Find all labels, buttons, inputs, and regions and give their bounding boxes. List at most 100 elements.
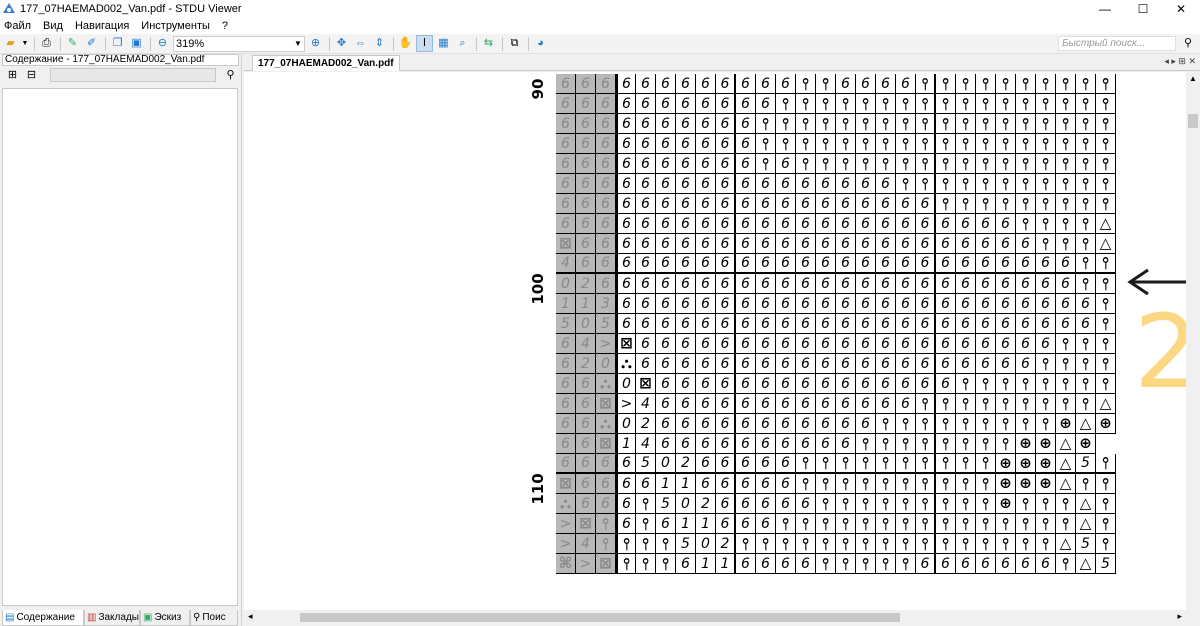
- chart-cell: 6: [656, 434, 676, 454]
- chart-cell: ⫯: [1036, 174, 1056, 194]
- chart-cell: 6: [836, 314, 856, 334]
- minimize-button[interactable]: —: [1086, 0, 1124, 18]
- chart-cell: 2: [636, 414, 656, 434]
- chart-cell: 6: [916, 234, 936, 254]
- chart-cell: ⫯: [856, 454, 876, 474]
- snapshot-icon[interactable]: ▦: [435, 35, 452, 52]
- zoom-area-icon[interactable]: ⌕: [454, 35, 471, 52]
- chart-cell: 6: [816, 334, 836, 354]
- vertical-scrollbar[interactable]: ▲: [1186, 72, 1200, 610]
- binoculars-icon[interactable]: ⚲: [1180, 36, 1196, 51]
- scroll-left-icon[interactable]: ◂: [248, 611, 253, 622]
- globe-icon[interactable]: ◕: [532, 35, 549, 52]
- chevron-down-icon: ▼: [294, 39, 302, 48]
- print-icon[interactable]: ⎙: [38, 35, 55, 52]
- rotate-icon[interactable]: ⇆: [480, 35, 497, 52]
- chart-cell: ⫯: [1056, 194, 1076, 214]
- chart-cell: 6: [976, 214, 996, 234]
- chart-cell: 1: [616, 434, 636, 454]
- chart-cell: 6: [936, 294, 956, 314]
- chart-cell: ⊕: [1016, 454, 1036, 474]
- tab-contents[interactable]: ▤ Содержание: [2, 610, 84, 626]
- chart-cell: ⫯: [1056, 154, 1076, 174]
- chart-cell: ⫯: [1036, 134, 1056, 154]
- document-viewer[interactable]: 6 6 6 6 6 6 6 6 6 6 6 6 ⫯ ⫯ 6 6 6 6 ⫯ ⫯ ⫯ ⫯ ⫯ ⫯ ⫯ ⫯ ⫯ ⫯ 6 6 6 6 6 6 6 6 6 6 6 ⫯…: [244, 72, 1186, 610]
- edit-icon[interactable]: ✎: [64, 35, 81, 52]
- chart-cell: 6: [596, 94, 616, 114]
- zoom-select[interactable]: 319% ▼: [173, 35, 305, 52]
- page-icon[interactable]: ▣: [128, 35, 145, 52]
- tab-bookmarks[interactable]: ▥ Заклады: [84, 610, 140, 626]
- menu-tools[interactable]: Инструменты: [141, 20, 210, 32]
- chart-cell: >: [616, 394, 636, 414]
- chart-cell: 6: [736, 94, 756, 114]
- menu-file[interactable]: Файл: [4, 20, 31, 32]
- chart-cell: 6: [676, 94, 696, 114]
- chart-cell: ⊕: [996, 454, 1016, 474]
- scroll-right-icon[interactable]: ▸: [1177, 611, 1182, 622]
- scrollbar-thumb[interactable]: [1188, 114, 1198, 128]
- contents-search-field[interactable]: [50, 68, 216, 82]
- fit-page-icon[interactable]: ✥: [333, 35, 350, 52]
- copy-icon[interactable]: ❐: [109, 35, 126, 52]
- chart-cell: 6: [736, 474, 756, 494]
- menu-navigation[interactable]: Навигация: [75, 20, 129, 32]
- chart-cell: ⫯: [796, 134, 816, 154]
- expand-icon[interactable]: ⊞: [4, 67, 21, 84]
- chart-cell: 6: [616, 174, 636, 194]
- chart-cell: ⫯: [896, 414, 916, 434]
- chart-cell: 6: [676, 134, 696, 154]
- document-tab[interactable]: 177_07HAEMAD002_Van.pdf: [252, 55, 400, 71]
- tab-thumbnails[interactable]: ▣ Эскиз: [140, 610, 190, 626]
- collapse-icon[interactable]: ⊟: [23, 67, 40, 84]
- chart-cell: 6: [876, 354, 896, 374]
- chart-cell: ⫯: [956, 174, 976, 194]
- scroll-up-icon[interactable]: ▲: [1186, 72, 1200, 86]
- zoom-out-icon[interactable]: ⊖: [154, 35, 171, 52]
- pages-icon[interactable]: ⧉: [506, 35, 523, 52]
- zoom-in-icon[interactable]: ⊕: [307, 35, 324, 52]
- contents-tree[interactable]: [2, 88, 238, 606]
- chart-cell: ⫯: [1056, 174, 1076, 194]
- chart-cell: ⫯: [1096, 254, 1116, 274]
- pencil-icon[interactable]: ✐: [83, 35, 100, 52]
- chart-cell: 6: [596, 454, 616, 474]
- hand-tool-icon[interactable]: ✋: [397, 35, 414, 52]
- fit-height-icon[interactable]: ⇕: [371, 35, 388, 52]
- chart-cell: 4: [556, 254, 576, 274]
- menu-view[interactable]: Вид: [43, 20, 63, 32]
- maximize-button[interactable]: ☐: [1124, 0, 1162, 18]
- chart-cell: ⫯: [1056, 374, 1076, 394]
- scrollbar-thumb[interactable]: [300, 613, 900, 622]
- quick-search-input[interactable]: Быстрый поиск...: [1058, 36, 1176, 51]
- chart-cell: 6: [896, 314, 916, 334]
- chart-cell: ⫯: [996, 434, 1016, 454]
- chart-cell: 6: [556, 374, 576, 394]
- menu-help[interactable]: ?: [222, 20, 228, 32]
- tab-search[interactable]: ⚲ Поис: [190, 610, 238, 626]
- open-folder-icon[interactable]: ▰: [2, 35, 19, 52]
- chart-cell: ⊠: [596, 434, 616, 454]
- chart-cell: ⫯: [1096, 114, 1116, 134]
- chart-cell: 6: [896, 254, 916, 274]
- chart-cell: ⫯: [1096, 154, 1116, 174]
- horizontal-scrollbar[interactable]: ◂ ▸: [244, 610, 1200, 626]
- chart-cell: 6: [836, 414, 856, 434]
- tab-navigation[interactable]: ◂ ▸ ⊞ ✕: [1164, 56, 1196, 67]
- chart-cell: ⫯: [1096, 474, 1116, 494]
- close-button[interactable]: ✕: [1162, 0, 1200, 18]
- chart-cell: 1: [696, 554, 716, 574]
- text-select-icon[interactable]: Ⅰ: [416, 35, 433, 52]
- chart-cell: ⫯: [796, 454, 816, 474]
- chart-cell: ⫯: [816, 514, 836, 534]
- chart-cell: ⫯: [1016, 94, 1036, 114]
- chart-cell: ⫯: [876, 554, 896, 574]
- chart-cell: ⫯: [876, 134, 896, 154]
- chart-cell: ⫯: [756, 114, 776, 134]
- chart-cell: ⫯: [836, 534, 856, 554]
- binoculars-icon[interactable]: ⚲: [222, 67, 239, 84]
- chart-cell: ⫯: [1096, 294, 1116, 314]
- fit-width-icon[interactable]: ⇔: [352, 35, 369, 52]
- chart-cell: 6: [896, 194, 916, 214]
- open-dropdown-icon[interactable]: ▼: [21, 35, 29, 52]
